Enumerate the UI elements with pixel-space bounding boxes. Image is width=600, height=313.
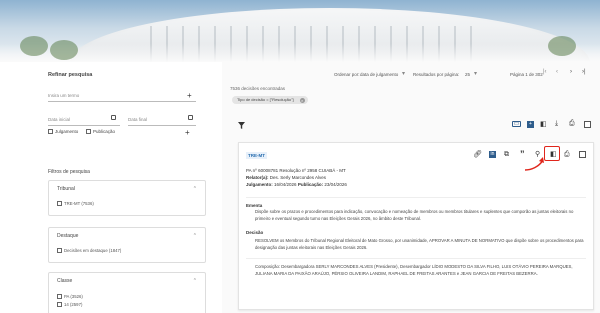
filter-item[interactable]: 14 (2597) xyxy=(57,302,82,308)
library-add-icon[interactable]: + xyxy=(527,121,534,128)
refine-title: Refinar pesquisa xyxy=(48,72,93,78)
add-term-icon[interactable]: + xyxy=(187,92,192,100)
close-icon[interactable]: × xyxy=(299,97,305,103)
chevron-down-icon[interactable]: ▾ xyxy=(474,70,477,77)
header-banner-image xyxy=(0,0,600,62)
order-label: Ordenar por: xyxy=(334,72,360,77)
print-icon[interactable]: ⎙ xyxy=(564,151,570,159)
copy-link-icon[interactable]: ▭ xyxy=(512,121,521,127)
sidebar: Refinar pesquisa Insira um termo + Data … xyxy=(0,62,222,313)
filter-item[interactable]: Decisões em destaque (1847) xyxy=(57,248,121,254)
results-count: 7536 decisões encontradas xyxy=(230,86,286,91)
download-icon[interactable]: ⤓ xyxy=(555,120,558,128)
filter-item[interactable]: PA (3526) xyxy=(57,294,83,300)
page-info: Página 1 de 302 xyxy=(510,72,543,77)
first-page-icon[interactable]: |‹ xyxy=(543,69,547,75)
library-icon[interactable]: ◧ xyxy=(540,121,547,129)
filter-item[interactable]: TRE-MT (7536) xyxy=(57,201,94,207)
decisao-text: RESOLVEM os Membros do Tribunal Regional… xyxy=(255,238,584,250)
process-line: PA nº 60008781 Resolução nº 2958 CUIABÁ … xyxy=(246,168,346,173)
filter-icon[interactable] xyxy=(238,122,245,129)
calendar-icon[interactable] xyxy=(188,115,193,120)
filters-title: Filtros de pesquisa xyxy=(48,169,90,175)
copy-link-icon[interactable]: in xyxy=(489,151,496,158)
next-page-icon[interactable]: › xyxy=(570,69,572,75)
date-start-input[interactable]: Data inicial xyxy=(48,114,120,126)
page: Refinar pesquisa Insira um termo + Data … xyxy=(0,0,600,313)
term-input[interactable]: Insira um termo xyxy=(48,90,196,102)
court-tag: TRE-MT xyxy=(246,152,267,159)
select-result-checkbox[interactable] xyxy=(579,151,586,158)
divider xyxy=(246,258,586,259)
per-page-label: Resultados por página: xyxy=(413,72,460,77)
filter-title: Destaque xyxy=(57,233,79,239)
checkbox[interactable] xyxy=(48,129,53,135)
add-date-icon[interactable]: + xyxy=(185,129,190,137)
last-page-icon[interactable]: ›| xyxy=(582,69,586,75)
ementa-text: Dispõe sobre os prazos e procedimentos p… xyxy=(255,209,574,221)
filter-destaque[interactable]: Destaque ⌃ Decisões em destaque (1847) xyxy=(48,227,206,263)
per-page-select[interactable]: 25 xyxy=(465,72,470,77)
ementa-title: Ementa xyxy=(246,203,263,208)
chevron-up-icon[interactable]: ⌃ xyxy=(193,186,197,192)
composicao-text: Composição: Desembargadora SERLY MARCOND… xyxy=(255,264,573,276)
print-icon[interactable]: ⎙ xyxy=(569,120,575,128)
chevron-down-icon[interactable]: ▾ xyxy=(402,70,405,77)
annotation-arrow-icon xyxy=(524,157,544,171)
filter-title: Tribunal xyxy=(57,186,75,192)
filter-title: Classe xyxy=(57,278,73,284)
dates-line: Julgamento: 16/04/2026 Publicação: 23/04… xyxy=(246,182,347,187)
filter-chip[interactable]: Tipo de decisão = ["Resolução"] × xyxy=(232,96,308,104)
filter-classe[interactable]: Classe ⌃ PA (3526) 14 (2597) xyxy=(48,272,206,313)
order-select[interactable]: data de julgamento xyxy=(360,72,398,77)
link-icon[interactable]: 🔗︎ xyxy=(473,151,482,159)
copy-icon[interactable]: ⧉ xyxy=(504,151,509,159)
results-panel: Ordenar por: data de julgamento ▾ Result… xyxy=(222,62,600,313)
checkbox[interactable] xyxy=(86,129,91,135)
select-all-checkbox[interactable] xyxy=(584,121,591,128)
prev-page-icon[interactable]: ‹ xyxy=(556,69,558,75)
chevron-up-icon[interactable]: ⌃ xyxy=(193,278,197,284)
chk-julgamento[interactable]: Julgamento xyxy=(48,129,78,135)
divider xyxy=(246,197,586,198)
chevron-up-icon[interactable]: ⌃ xyxy=(193,233,197,239)
filter-tribunal[interactable]: Tribunal ⌃ TRE-MT (7536) xyxy=(48,180,206,216)
decisao-title: Decisão xyxy=(246,230,264,235)
calendar-icon[interactable] xyxy=(111,115,116,120)
chk-publicacao[interactable]: Publicação xyxy=(86,129,115,135)
date-end-input[interactable]: Data final xyxy=(128,114,196,126)
result-card: TRE-MT 🔗︎ in ⧉ ” ⚲ ◧ ⎙ PA nº 60008781 Re… xyxy=(238,142,594,310)
bulk-actions-row: ▭ + ◧ ⤓ ⎙ xyxy=(222,118,600,132)
relator-line: Relator(a): Des. Serly Marcondes Alves xyxy=(246,175,327,180)
